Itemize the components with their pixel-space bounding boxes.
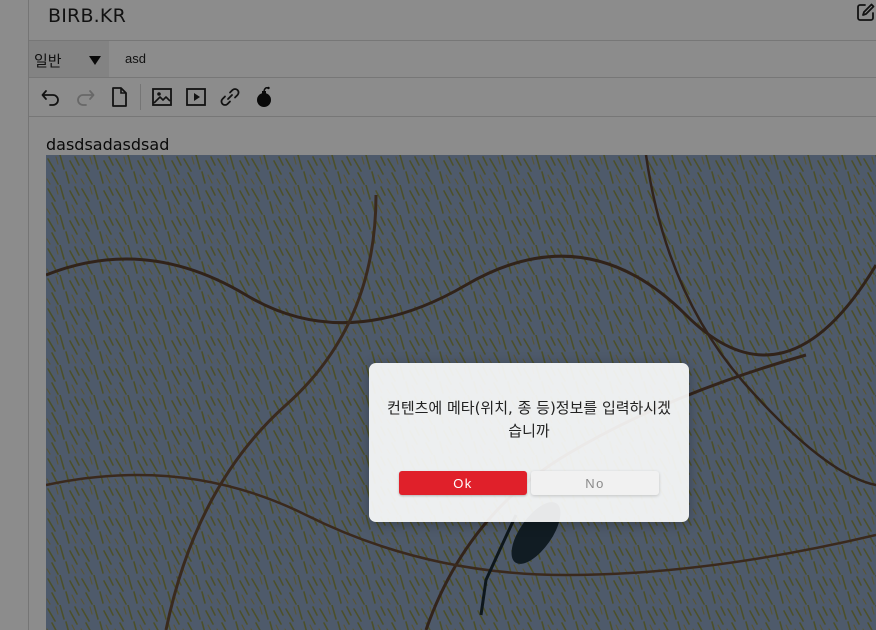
ok-button[interactable]: Ok [399, 471, 527, 495]
meta-info-dialog: 컨텐츠에 메타(위치, 종 등)정보를 입력하시겠습니까 Ok No [369, 363, 689, 522]
no-button[interactable]: No [531, 471, 659, 495]
modal-overlay [0, 0, 876, 630]
dialog-message: 컨텐츠에 메타(위치, 종 등)정보를 입력하시겠습니까 [387, 399, 671, 440]
